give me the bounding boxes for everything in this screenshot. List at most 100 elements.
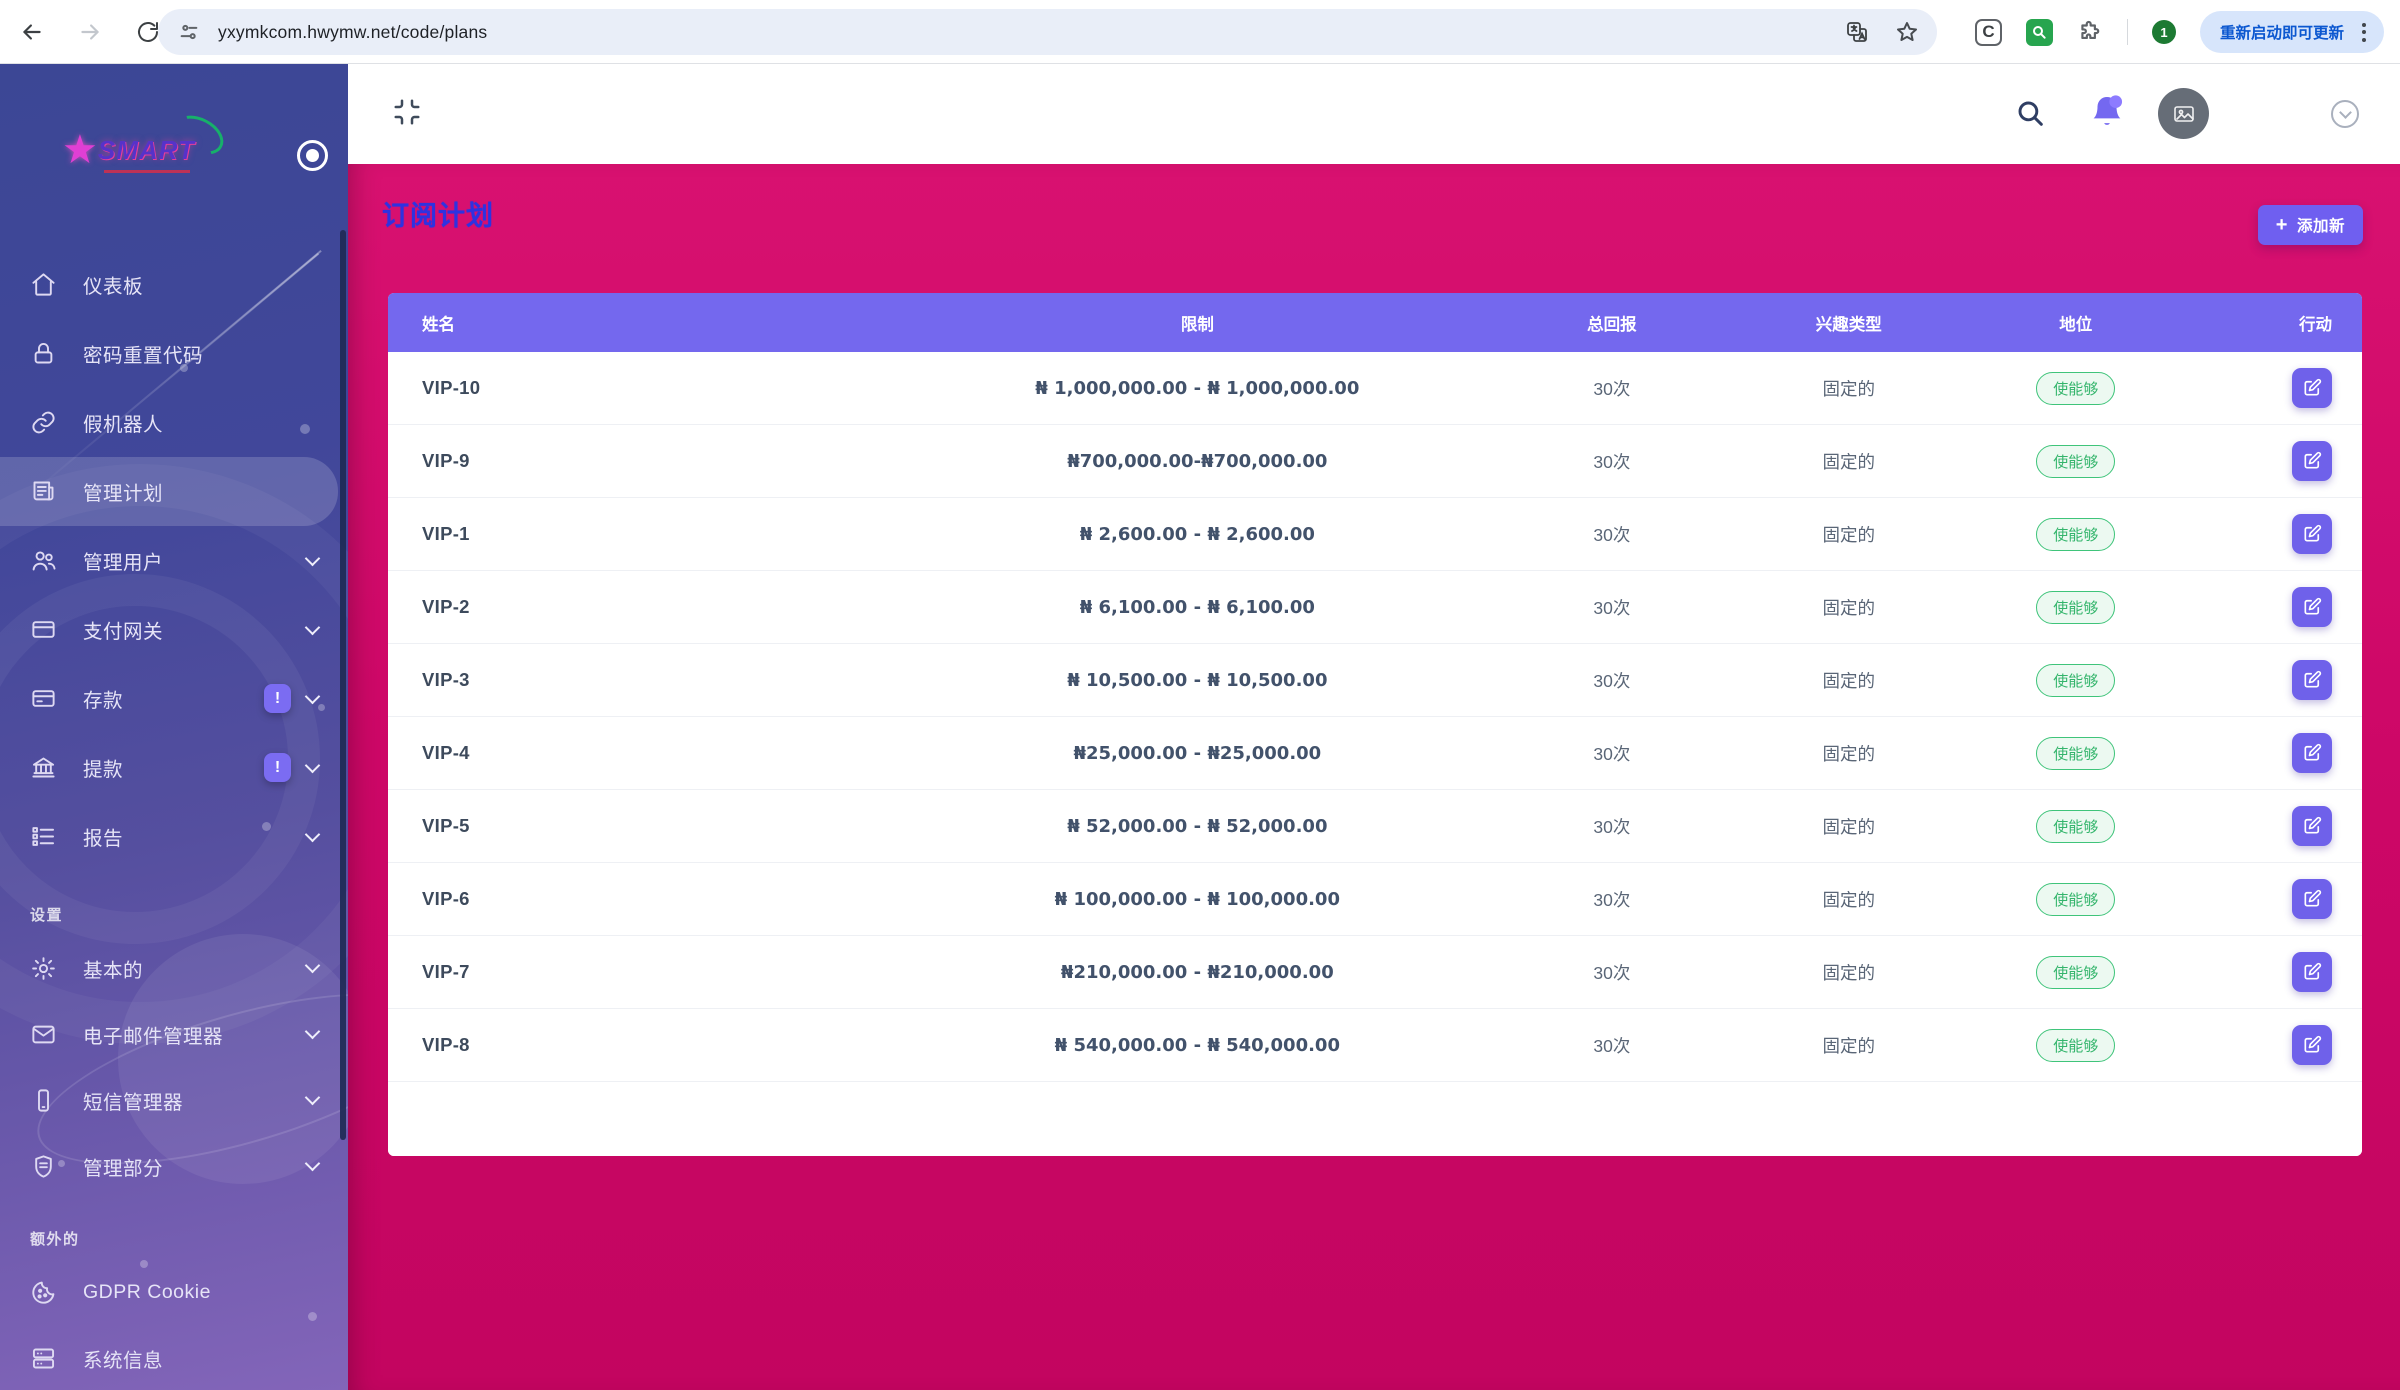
column-header: 行动 (2184, 311, 2362, 335)
column-header: 总回报 (1493, 311, 1730, 335)
sidebar-item-label: 仪表板 (83, 270, 143, 299)
sidebar-item-label: 管理用户 (83, 546, 163, 575)
plan-total-return: 30次 (1493, 449, 1730, 474)
extension-search-icon[interactable] (2026, 19, 2053, 46)
sidebar-item[interactable]: 仪表板 (0, 250, 348, 319)
collapse-layout-icon[interactable] (392, 97, 422, 127)
plans-table-card: 姓名限制总回报兴趣类型地位行动 VIP-10₦ 1,000,000.00 - ₦… (388, 293, 2362, 1156)
server-icon (30, 1345, 57, 1372)
url-text[interactable]: yxymkcom.hwymw.net/code/plans (218, 22, 487, 43)
plan-name: VIP-1 (388, 523, 901, 545)
sidebar-item[interactable]: 电子邮件管理器 (0, 1001, 348, 1067)
address-bar[interactable]: yxymkcom.hwymw.net/code/plans (158, 9, 1937, 55)
plan-action-cell (2184, 660, 2362, 700)
search-icon[interactable] (2014, 97, 2046, 129)
plus-icon: + (2276, 215, 2288, 235)
sidebar-item[interactable]: 提款! (0, 733, 348, 802)
sidebar-item[interactable]: 支付网关 (0, 595, 348, 664)
bookmark-star-icon[interactable] (1895, 20, 1919, 44)
edit-plan-button[interactable] (2292, 952, 2332, 992)
plan-total-return: 30次 (1493, 814, 1730, 839)
sidebar-nav: 仪表板密码重置代码假机器人管理计划管理用户支付网关存款!提款!报告设置基本的电子… (0, 250, 348, 1390)
status-badge: 使能够 (2036, 956, 2115, 989)
translate-icon[interactable] (1845, 20, 1869, 44)
plan-limit: ₦ 2,600.00 - ₦ 2,600.00 (901, 524, 1493, 545)
shield-icon (30, 1153, 57, 1180)
sidebar-item[interactable]: 假机器人 (0, 388, 348, 457)
edit-plan-button[interactable] (2292, 1025, 2332, 1065)
sidebar-item-label: GDPR Cookie (83, 1281, 211, 1304)
plan-status-cell: 使能够 (1967, 372, 2184, 405)
sidebar-scrollbar[interactable] (340, 230, 346, 1140)
plan-name: VIP-8 (388, 1034, 901, 1056)
browser-profile-avatar[interactable]: 1 (2152, 20, 2176, 44)
restart-update-chip[interactable]: 重新启动即可更新 (2200, 11, 2384, 53)
edit-plan-button[interactable] (2292, 733, 2332, 773)
sidebar-item-label: 支付网关 (83, 615, 163, 644)
extensions-puzzle-icon[interactable] (2077, 19, 2103, 45)
edit-plan-button[interactable] (2292, 660, 2332, 700)
sidebar-item[interactable]: 报告 (0, 802, 348, 871)
table-footer-space (388, 1082, 2362, 1156)
edit-plan-button[interactable] (2292, 441, 2332, 481)
bank-icon (30, 754, 57, 781)
plan-interest-type: 固定的 (1730, 741, 1967, 766)
sidebar-item[interactable]: 密码重置代码 (0, 319, 348, 388)
sidebar-item[interactable]: 系统信息 (0, 1325, 348, 1390)
edit-plan-button[interactable] (2292, 879, 2332, 919)
notifications-bell-icon[interactable] (2088, 93, 2126, 131)
credit-card-icon (30, 616, 57, 643)
sidebar-item[interactable]: 管理用户 (0, 526, 348, 595)
chevron-down-icon (305, 1090, 321, 1106)
plan-interest-type: 固定的 (1730, 522, 1967, 547)
brand-star-icon: ★ (62, 130, 98, 170)
sidebar-toggle-button[interactable] (297, 140, 328, 171)
plan-action-cell (2184, 1025, 2362, 1065)
plan-status-cell: 使能够 (1967, 664, 2184, 697)
plan-name: VIP-10 (388, 377, 901, 399)
user-avatar[interactable] (2158, 88, 2209, 139)
edit-plan-button[interactable] (2292, 587, 2332, 627)
browser-back-icon[interactable] (12, 12, 52, 52)
sidebar-item[interactable]: GDPR Cookie (0, 1259, 348, 1325)
table-row: VIP-6₦ 100,000.00 - ₦ 100,000.0030次固定的使能… (388, 863, 2362, 936)
browser-forward-icon[interactable] (70, 12, 110, 52)
brand-logo[interactable]: ★ SMART (62, 130, 195, 170)
plan-total-return: 30次 (1493, 1033, 1730, 1058)
table-row: VIP-10₦ 1,000,000.00 - ₦ 1,000,000.0030次… (388, 352, 2362, 425)
sidebar-item-label: 管理部分 (83, 1152, 163, 1181)
users-icon (30, 547, 57, 574)
sidebar-item-label: 假机器人 (83, 408, 163, 437)
site-settings-icon[interactable] (178, 21, 200, 43)
header-dropdown-caret-icon[interactable] (2331, 100, 2359, 128)
edit-plan-button[interactable] (2292, 806, 2332, 846)
add-new-button[interactable]: + 添加新 (2258, 205, 2363, 245)
chevron-down-icon (305, 619, 321, 635)
plan-name: VIP-9 (388, 450, 901, 472)
plans-icon (30, 478, 57, 505)
edit-plan-button[interactable] (2292, 514, 2332, 554)
plan-limit: ₦ 6,100.00 - ₦ 6,100.00 (901, 597, 1493, 618)
plan-total-return: 30次 (1493, 595, 1730, 620)
phone-icon (30, 1087, 57, 1114)
plan-action-cell (2184, 806, 2362, 846)
plan-limit: ₦ 52,000.00 - ₦ 52,000.00 (901, 816, 1493, 837)
plan-limit: ₦210,000.00 - ₦210,000.00 (901, 962, 1493, 983)
sidebar-item[interactable]: 存款! (0, 664, 348, 733)
sidebar-item-label: 存款 (83, 684, 123, 713)
plan-status-cell: 使能够 (1967, 1029, 2184, 1062)
sidebar-item[interactable]: 管理计划 (0, 457, 338, 526)
sidebar-item[interactable]: 基本的 (0, 935, 348, 1001)
edit-plan-button[interactable] (2292, 368, 2332, 408)
column-header: 限制 (901, 311, 1493, 335)
plan-name: VIP-5 (388, 815, 901, 837)
sidebar-item[interactable]: 短信管理器 (0, 1067, 348, 1133)
extension-c-icon[interactable]: C (1975, 19, 2002, 46)
plan-limit: ₦ 100,000.00 - ₦ 100,000.00 (901, 889, 1493, 910)
browser-menu-icon[interactable] (2354, 19, 2374, 46)
plan-action-cell (2184, 879, 2362, 919)
sidebar-item[interactable]: 管理部分 (0, 1133, 348, 1199)
table-header-row: 姓名限制总回报兴趣类型地位行动 (388, 293, 2362, 352)
sidebar-item-label: 基本的 (83, 954, 143, 983)
chevron-down-icon (305, 688, 321, 704)
